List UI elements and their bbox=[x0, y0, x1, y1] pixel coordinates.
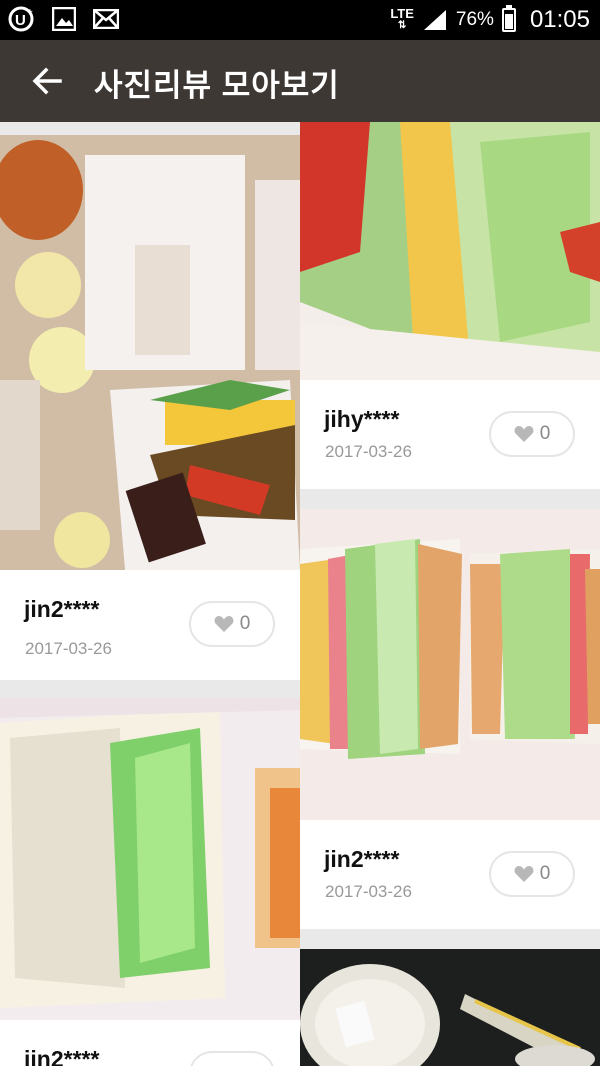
heart-icon bbox=[514, 426, 534, 442]
review-photo[interactable] bbox=[300, 509, 600, 820]
battery-percent: 76% bbox=[455, 9, 494, 30]
app-bar: 사진리뷰 모아보기 bbox=[0, 40, 600, 122]
review-card[interactable]: jin2**** bbox=[0, 698, 300, 1066]
review-photo[interactable] bbox=[300, 949, 600, 1066]
like-button[interactable]: 0 bbox=[489, 851, 575, 897]
status-bar: U + LTE ⇅ 76% 01:05 bbox=[0, 0, 600, 40]
review-card[interactable] bbox=[300, 949, 600, 1066]
arrow-left-icon bbox=[32, 67, 62, 95]
battery-icon bbox=[501, 5, 516, 32]
svg-text:+: + bbox=[27, 7, 33, 18]
like-count: 0 bbox=[539, 863, 551, 884]
like-button[interactable]: 0 bbox=[189, 601, 275, 647]
like-count: 0 bbox=[239, 613, 251, 634]
system-status: LTE ⇅ 76% 01:05 bbox=[390, 0, 590, 40]
review-meta: jihy**** 2017-03-26 0 bbox=[300, 380, 600, 489]
like-button[interactable] bbox=[189, 1051, 275, 1066]
clock: 01:05 bbox=[529, 6, 590, 33]
review-meta: jin2**** 2017-03-26 0 bbox=[300, 820, 600, 929]
review-card[interactable]: jin2**** 2017-03-26 0 bbox=[0, 135, 300, 680]
review-meta: jin2**** bbox=[0, 1020, 300, 1066]
signal-icon bbox=[423, 10, 446, 30]
review-meta: jin2**** 2017-03-26 0 bbox=[0, 570, 300, 680]
back-button[interactable] bbox=[28, 62, 66, 100]
heart-icon bbox=[214, 616, 234, 632]
review-date: 2017-03-26 bbox=[325, 882, 412, 901]
notification-icons: U + bbox=[8, 6, 120, 32]
gallery-icon bbox=[50, 6, 78, 32]
page-title: 사진리뷰 모아보기 bbox=[94, 68, 340, 103]
review-username: jin2**** bbox=[24, 1046, 100, 1066]
like-count: 0 bbox=[539, 423, 551, 444]
review-card[interactable]: jihy**** 2017-03-26 0 bbox=[300, 122, 600, 489]
review-date: 2017-03-26 bbox=[25, 639, 112, 658]
review-photo[interactable] bbox=[300, 122, 600, 380]
review-username: jin2**** bbox=[324, 846, 400, 872]
like-button[interactable]: 0 bbox=[489, 411, 575, 457]
svg-text:U: U bbox=[15, 12, 26, 29]
mail-icon bbox=[92, 6, 120, 32]
review-card[interactable]: jin2**** 2017-03-26 0 bbox=[300, 509, 600, 929]
review-photo[interactable] bbox=[0, 135, 300, 570]
review-username: jin2**** bbox=[24, 596, 100, 622]
review-username: jihy**** bbox=[324, 406, 400, 432]
u-plus-icon: U + bbox=[8, 6, 36, 32]
review-photo[interactable] bbox=[0, 698, 300, 1020]
network-indicator: LTE ⇅ bbox=[390, 6, 414, 31]
network-label: LTE bbox=[390, 6, 414, 21]
heart-icon bbox=[514, 866, 534, 882]
review-date: 2017-03-26 bbox=[325, 442, 412, 461]
